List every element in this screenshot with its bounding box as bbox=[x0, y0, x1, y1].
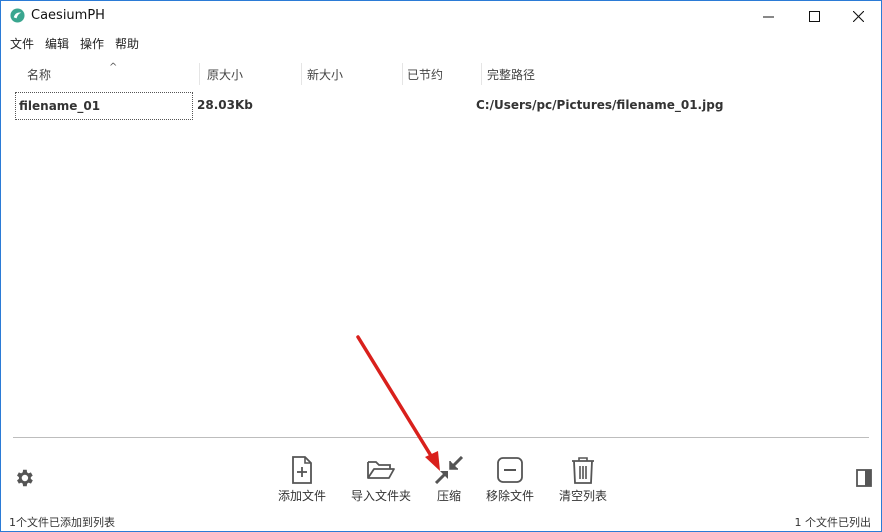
minimize-button[interactable] bbox=[745, 1, 791, 31]
minimize-icon bbox=[762, 16, 774, 17]
status-message: 1个文件已添加到列表 bbox=[9, 516, 115, 529]
maximize-button[interactable] bbox=[791, 1, 837, 31]
trash-icon bbox=[572, 457, 594, 484]
menu-bar: 文件 编辑 操作 帮助 bbox=[1, 33, 141, 53]
compress-arrows-icon bbox=[434, 456, 464, 484]
close-icon bbox=[852, 10, 864, 22]
column-header-name[interactable]: 名称 bbox=[23, 66, 51, 83]
import-folder-button[interactable]: 导入文件夹 bbox=[351, 456, 411, 504]
menu-help[interactable]: 帮助 bbox=[106, 33, 139, 53]
remove-file-label: 移除文件 bbox=[486, 489, 535, 503]
column-separator[interactable] bbox=[481, 63, 482, 85]
app-logo-icon bbox=[10, 8, 25, 23]
close-button[interactable] bbox=[835, 1, 881, 31]
column-header-full-path[interactable]: 完整路径 bbox=[483, 66, 535, 83]
menu-action[interactable]: 操作 bbox=[71, 33, 104, 53]
side-panel-toggle-icon[interactable] bbox=[856, 469, 872, 487]
folder-open-icon bbox=[367, 461, 395, 479]
title-bar[interactable]: CaesiumPH bbox=[1, 1, 881, 31]
file-name-cell[interactable]: filename_01 bbox=[15, 92, 193, 120]
remove-icon bbox=[497, 457, 523, 483]
clear-list-button[interactable]: 清空列表 bbox=[559, 456, 607, 504]
menu-file[interactable]: 文件 bbox=[1, 33, 34, 53]
maximize-icon bbox=[808, 10, 820, 22]
original-size-cell: 28.03Kb bbox=[197, 98, 253, 112]
menu-edit[interactable]: 编辑 bbox=[36, 33, 69, 53]
table-header: 名称 ^ 原大小 新大小 已节约 完整路径 bbox=[13, 61, 869, 87]
full-path-cell: C:/Users/pc/Pictures/filename_01.jpg bbox=[476, 98, 724, 112]
toolbar-divider bbox=[13, 437, 869, 438]
column-header-new-size[interactable]: 新大小 bbox=[303, 66, 343, 83]
file-count-status: 1 个文件已列出 bbox=[794, 516, 872, 529]
compress-button[interactable]: 压缩 bbox=[434, 456, 464, 504]
column-header-original-size[interactable]: 原大小 bbox=[203, 66, 243, 83]
table-row[interactable]: filename_01 28.03Kb C:/Users/pc/Pictures… bbox=[13, 91, 869, 121]
sort-ascending-icon: ^ bbox=[109, 62, 118, 73]
remove-file-button[interactable]: 移除文件 bbox=[486, 456, 534, 504]
compress-label: 压缩 bbox=[436, 489, 461, 503]
import-folder-label: 导入文件夹 bbox=[351, 489, 412, 503]
settings-gear-icon[interactable] bbox=[13, 467, 35, 489]
column-separator[interactable] bbox=[199, 63, 200, 85]
column-header-saved[interactable]: 已节约 bbox=[403, 66, 443, 83]
clear-list-label: 清空列表 bbox=[559, 489, 608, 503]
window-title: CaesiumPH bbox=[31, 8, 105, 23]
add-file-button[interactable]: 添加文件 bbox=[278, 456, 326, 504]
add-file-label: 添加文件 bbox=[278, 489, 327, 503]
column-separator[interactable] bbox=[301, 63, 302, 85]
app-window: CaesiumPH 文件 编辑 操作 帮助 名称 ^ 原大小 新大小 已节约 完… bbox=[0, 0, 882, 532]
add-file-icon bbox=[292, 456, 312, 484]
